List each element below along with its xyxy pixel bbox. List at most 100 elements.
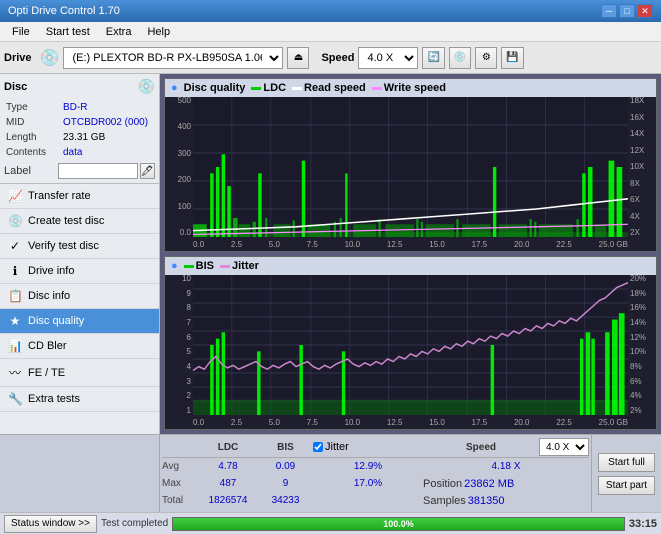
disc-quality-icon: ★ (8, 314, 22, 328)
stats-header-row: LDC BIS Jitter Speed 4.0 X (162, 437, 589, 458)
samples-row: Samples 381350 (423, 495, 589, 507)
bis-legend: BIS (184, 260, 214, 272)
jitter-col-header: Jitter (313, 441, 423, 453)
settings-button[interactable]: ⚙ (475, 47, 497, 69)
top-chart-icon: ● (171, 82, 178, 94)
disc-button[interactable]: 💿 (449, 47, 471, 69)
app-title: Opti Drive Control 1.70 (8, 5, 120, 17)
drive-select[interactable]: (E:) PLEXTOR BD-R PX-LB950SA 1.06 (63, 47, 283, 69)
label-input[interactable] (58, 163, 138, 179)
sidebar-item-label-fe-te: FE / TE (28, 367, 65, 379)
main-layout: Disc 💿 Type BD-R MID OTCBDR002 (000) Len… (0, 74, 661, 434)
write-speed-legend-label: Write speed (384, 82, 446, 94)
bottom-chart-header: ● BIS Jitter (165, 257, 656, 275)
bis-legend-label: BIS (196, 260, 214, 272)
bis-legend-color (184, 265, 194, 268)
sidebar-item-transfer-rate[interactable]: 📈 Transfer rate (0, 184, 159, 209)
speed-col-header: Speed (423, 442, 539, 453)
contents-value: data (63, 146, 153, 159)
top-chart-header: ● Disc quality LDC Read speed Write spee… (165, 79, 656, 97)
total-row: Total 1826574 34233 Samples 381350 (162, 492, 589, 509)
sidebar-item-drive-info[interactable]: ℹ Drive info (0, 259, 159, 284)
menu-extra[interactable]: Extra (98, 24, 140, 40)
label-edit-button[interactable]: 🖊 (140, 163, 155, 179)
cd-bler-icon: 📊 (8, 339, 22, 353)
menu-help[interactable]: Help (139, 24, 178, 40)
top-chart-svg-container (193, 97, 628, 237)
top-chart-title: Disc quality (184, 82, 246, 94)
menu-file[interactable]: File (4, 24, 38, 40)
speed-col-select[interactable]: 4.0 X (539, 438, 589, 456)
sidebar: Disc 💿 Type BD-R MID OTCBDR002 (000) Len… (0, 74, 160, 434)
bottom-section: LDC BIS Jitter Speed 4.0 X Avg 4.78 0.09… (0, 434, 661, 512)
menu-bar: File Start test Extra Help (0, 22, 661, 42)
max-jitter: 17.0% (313, 478, 423, 489)
max-ldc: 487 (198, 478, 258, 489)
sidebar-item-disc-info[interactable]: 📋 Disc info (0, 284, 159, 309)
maximize-button[interactable]: □ (619, 4, 635, 18)
sidebar-item-label-transfer-rate: Transfer rate (28, 190, 91, 202)
total-ldc: 1826574 (198, 495, 258, 506)
label-label: Label (4, 165, 56, 177)
speed-label: Speed (321, 52, 354, 64)
ldc-legend: LDC (251, 82, 286, 94)
mid-value: OTCBDR002 (000) (63, 116, 153, 129)
avg-ldc: 4.78 (198, 461, 258, 472)
jitter-legend-color (220, 265, 230, 268)
avg-bis: 0.09 (258, 461, 313, 472)
label-row: Label 🖊 (4, 163, 155, 179)
max-label: Max (162, 478, 198, 489)
length-value: 23.31 GB (63, 131, 153, 144)
drive-label: Drive (4, 52, 36, 64)
disc-info-icon: 📋 (8, 289, 22, 303)
read-speed-legend-color (292, 87, 302, 90)
eject-button[interactable]: ⏏ (287, 47, 309, 69)
stats-table-area: LDC BIS Jitter Speed 4.0 X Avg 4.78 0.09… (160, 435, 591, 512)
total-bis: 34233 (258, 495, 313, 506)
position-row: Position 23862 MB (423, 478, 589, 490)
drive-icon: 💿 (40, 48, 60, 68)
sidebar-item-cd-bler[interactable]: 📊 CD Bler (0, 334, 159, 359)
menu-start-test[interactable]: Start test (38, 24, 98, 40)
speed-val: 4.18 X (423, 461, 589, 472)
refresh-button[interactable]: 🔄 (422, 47, 444, 69)
length-label: Length (6, 131, 61, 144)
ldc-legend-label: LDC (263, 82, 286, 94)
avg-jitter: 12.9% (313, 461, 423, 472)
start-part-button[interactable]: Start part (598, 476, 655, 495)
bottom-chart-icon: ● (171, 260, 178, 272)
write-speed-legend-color (372, 87, 382, 90)
verify-test-disc-icon: ✓ (8, 239, 22, 253)
position-val: 23862 MB (464, 478, 514, 490)
sidebar-item-extra-tests[interactable]: 🔧 Extra tests (0, 387, 159, 412)
top-chart-body: 500 400 300 200 100 0.0 18X 16X 14X 12X … (165, 97, 656, 251)
disc-panel-icon: 💿 (138, 78, 155, 95)
close-button[interactable]: ✕ (637, 4, 653, 18)
sidebar-item-create-test-disc[interactable]: 💿 Create test disc (0, 209, 159, 234)
avg-row: Avg 4.78 0.09 12.9% 4.18 X (162, 458, 589, 475)
start-full-button[interactable]: Start full (598, 453, 655, 472)
save-button[interactable]: 💾 (501, 47, 523, 69)
x-axis-bottom: 0.0 2.5 5.0 7.5 10.0 12.5 15.0 17.5 20.0… (193, 415, 628, 429)
title-bar: Opti Drive Control 1.70 ─ □ ✕ (0, 0, 661, 22)
y-axis-left-top: 500 400 300 200 100 0.0 (165, 97, 193, 237)
speed-select[interactable]: 4.0 X (358, 47, 418, 69)
sidebar-item-fe-te[interactable]: 〰 FE / TE (0, 359, 159, 387)
y-axis-right-bottom: 20% 18% 16% 14% 12% 10% 8% 6% 4% 2% (628, 275, 656, 415)
right-buttons: Start full Start part (591, 435, 661, 512)
bottom-chart-body: 10 9 8 7 6 5 4 3 2 1 20% 18% 16% 14% 12% (165, 275, 656, 429)
sidebar-item-label-disc-info: Disc info (28, 290, 70, 302)
mid-label: MID (6, 116, 61, 129)
max-row: Max 487 9 17.0% Position 23862 MB (162, 475, 589, 492)
sidebar-item-label-disc-quality: Disc quality (28, 315, 84, 327)
y-axis-left-bottom: 10 9 8 7 6 5 4 3 2 1 (165, 275, 193, 415)
sidebar-item-label-cd-bler: CD Bler (28, 340, 67, 352)
total-label: Total (162, 495, 198, 506)
sidebar-item-verify-test-disc[interactable]: ✓ Verify test disc (0, 234, 159, 259)
jitter-checkbox[interactable] (313, 442, 323, 452)
sidebar-item-disc-quality[interactable]: ★ Disc quality (0, 309, 159, 334)
jitter-legend: Jitter (220, 260, 259, 272)
bottom-chart-panel: ● BIS Jitter 10 9 8 7 6 5 4 (164, 256, 657, 430)
minimize-button[interactable]: ─ (601, 4, 617, 18)
sidebar-item-label-extra-tests: Extra tests (28, 393, 80, 405)
